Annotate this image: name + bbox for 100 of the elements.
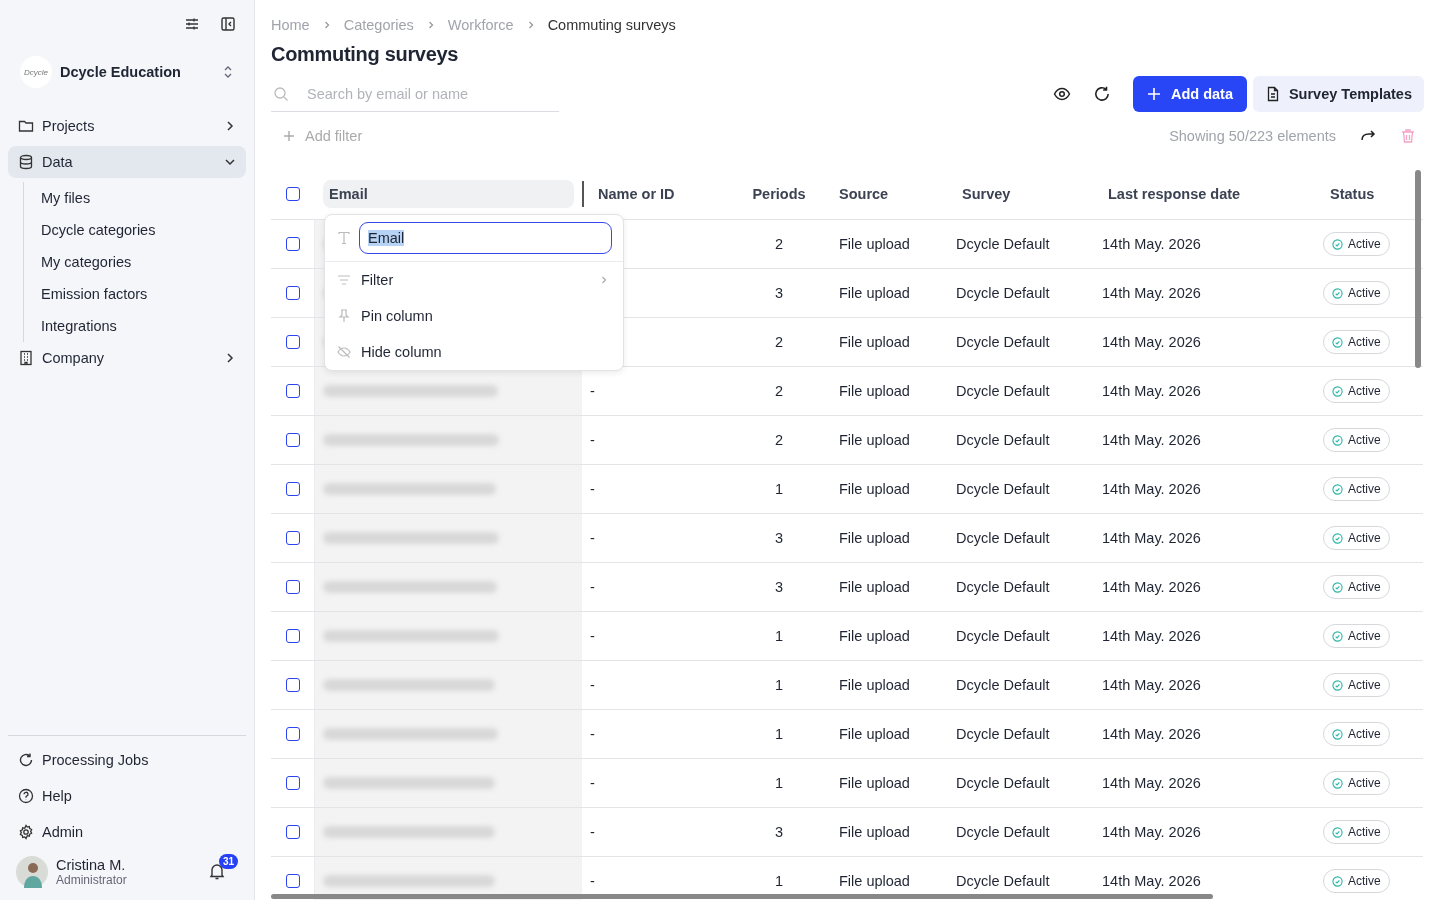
nav-subitem[interactable]: Emission factors xyxy=(41,278,246,310)
table-cell: 14th May. 2026 xyxy=(1102,628,1201,644)
nav-item[interactable]: Projects xyxy=(8,110,246,142)
table-cell: File upload xyxy=(839,530,910,546)
table-cell: Dcycle Default xyxy=(956,432,1050,448)
eye-off-icon xyxy=(337,345,351,359)
table-cell: 2 xyxy=(774,334,784,350)
row-checkbox[interactable] xyxy=(285,678,300,692)
nav-item[interactable]: Company xyxy=(8,342,246,374)
notification-badge: 31 xyxy=(218,853,238,869)
nav-item[interactable]: Data xyxy=(8,146,246,178)
nav-item[interactable]: Processing Jobs xyxy=(8,744,246,776)
row-checkbox[interactable] xyxy=(285,727,300,741)
table-cell: 2 xyxy=(774,432,784,448)
refresh-icon[interactable] xyxy=(1092,85,1111,103)
table-cell: 2 xyxy=(774,236,784,252)
page-title: Commuting surveys xyxy=(271,43,460,66)
table-cell: 1 xyxy=(774,481,784,497)
column-header[interactable]: Status xyxy=(1330,185,1375,202)
row-checkbox[interactable] xyxy=(285,237,300,251)
column-name-field[interactable]: Email xyxy=(359,222,612,254)
table-cell: 14th May. 2026 xyxy=(1102,677,1201,693)
menu-item[interactable]: Pin column xyxy=(325,298,623,334)
menu-item[interactable]: Filter xyxy=(325,262,623,298)
row-checkbox[interactable] xyxy=(285,825,300,839)
row-checkbox[interactable] xyxy=(285,433,300,447)
table-cell: 1 xyxy=(774,775,784,791)
clock-check-icon xyxy=(1332,532,1343,544)
table-cell: File upload xyxy=(839,873,910,889)
row-checkbox[interactable] xyxy=(285,286,300,300)
table-cell: - xyxy=(590,873,595,889)
add-data-button[interactable]: Add data xyxy=(1132,76,1247,112)
collapse-sidebar-icon[interactable] xyxy=(220,16,236,32)
table-cell: Dcycle Default xyxy=(956,334,1050,350)
element-count: Showing 50/223 elements xyxy=(1169,128,1336,144)
row-checkbox[interactable] xyxy=(285,335,300,349)
nav-subitem[interactable]: My files xyxy=(41,182,246,214)
clock-check-icon xyxy=(1332,728,1343,740)
table-cell: - xyxy=(590,432,595,448)
scrollbar[interactable] xyxy=(1415,170,1421,368)
column-header[interactable]: Periods xyxy=(752,185,806,202)
chevron-icon xyxy=(224,352,236,364)
column-header[interactable]: Name or ID xyxy=(598,185,675,202)
clock-check-icon xyxy=(1332,336,1343,348)
select-all-checkbox[interactable] xyxy=(286,186,300,201)
row-checkbox[interactable] xyxy=(285,531,300,545)
table-cell: Dcycle Default xyxy=(956,726,1050,742)
column-header[interactable]: Source xyxy=(839,185,889,202)
table-cell: 1 xyxy=(774,873,784,889)
row-checkbox[interactable] xyxy=(285,580,300,594)
row-checkbox[interactable] xyxy=(285,776,300,790)
breadcrumb-link[interactable]: Commuting surveys xyxy=(547,17,676,33)
row-checkbox[interactable] xyxy=(285,629,300,643)
table-cell: Dcycle Default xyxy=(956,236,1050,252)
table-cell: - xyxy=(590,824,595,840)
table-cell: 14th May. 2026 xyxy=(1102,383,1201,399)
table-cell: - xyxy=(590,677,595,693)
survey-templates-button[interactable]: Survey Templates xyxy=(1252,76,1424,112)
org-name[interactable]: Dcycle Education xyxy=(60,64,214,80)
table-cell: File upload xyxy=(839,481,910,497)
sliders-icon[interactable] xyxy=(184,16,200,32)
column-header[interactable]: Survey xyxy=(962,185,1011,202)
row-checkbox[interactable] xyxy=(285,482,300,496)
table-cell: Dcycle Default xyxy=(956,285,1050,301)
table-cell: 14th May. 2026 xyxy=(1102,775,1201,791)
avatar[interactable] xyxy=(16,856,48,888)
table-cell: - xyxy=(590,628,595,644)
pin-icon xyxy=(337,309,351,323)
building-icon xyxy=(18,350,34,366)
column-header[interactable]: Last response date xyxy=(1108,185,1241,202)
help-icon xyxy=(18,788,34,804)
column-header[interactable]: Email xyxy=(323,179,574,208)
scrollbar[interactable] xyxy=(271,894,1213,899)
table-cell: File upload xyxy=(839,383,910,399)
table-cell: 14th May. 2026 xyxy=(1102,285,1201,301)
table-cell: 14th May. 2026 xyxy=(1102,824,1201,840)
nav-subitem[interactable]: Integrations xyxy=(41,310,246,342)
nav-item[interactable]: Admin xyxy=(8,816,246,848)
user-name: Cristina M. xyxy=(56,857,127,873)
clock-check-icon xyxy=(1332,679,1343,691)
table-cell: Dcycle Default xyxy=(956,628,1050,644)
row-checkbox[interactable] xyxy=(285,384,300,398)
nav-item[interactable]: Help xyxy=(8,780,246,812)
table-cell: Dcycle Default xyxy=(956,579,1050,595)
row-checkbox[interactable] xyxy=(285,874,300,888)
table-cell: - xyxy=(590,579,595,595)
table-cell: Dcycle Default xyxy=(956,775,1050,791)
menu-item[interactable]: Hide column xyxy=(325,334,623,370)
switch-org-icon[interactable] xyxy=(222,64,234,80)
user-role: Administrator xyxy=(56,873,128,887)
eye-icon[interactable] xyxy=(1052,85,1071,103)
plus-icon xyxy=(1146,87,1161,101)
search-field[interactable]: Search by email or name xyxy=(271,76,559,112)
nav-subitem[interactable]: My categories xyxy=(41,246,246,278)
table-cell: - xyxy=(590,383,595,399)
table-cell: - xyxy=(590,726,595,742)
table-cell: 1 xyxy=(774,628,784,644)
table-cell: File upload xyxy=(839,677,910,693)
nav-subitem[interactable]: Dcycle categories xyxy=(41,214,246,246)
table-cell: - xyxy=(590,481,595,497)
